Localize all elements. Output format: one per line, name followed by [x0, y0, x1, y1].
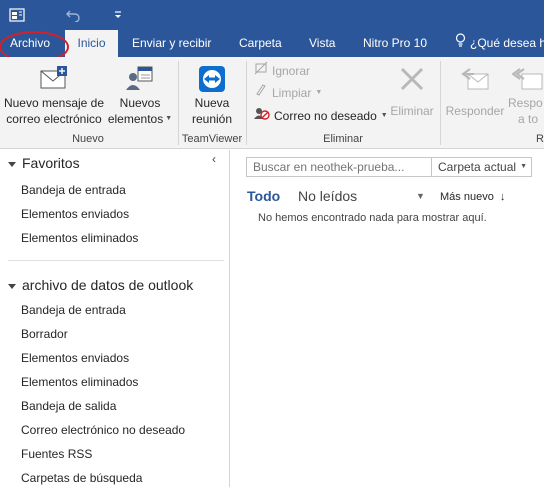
group-label-new: Nuevo [72, 133, 104, 145]
new-items-icon [108, 63, 172, 95]
title-bar [0, 0, 544, 30]
reply-label: Responder [445, 104, 505, 118]
ribbon-tab-bar: Archivo Inicio Enviar y recibir Carpeta … [0, 30, 544, 57]
nav-item[interactable]: Borrador [21, 327, 68, 341]
cleanup-label: Limpiar [272, 86, 312, 100]
new-items-label-1: Nuevos [119, 96, 161, 110]
nav-item[interactable]: Correo electrónico no deseado [21, 423, 185, 437]
nav-item[interactable]: Elementos eliminados [21, 231, 138, 245]
reply-all-label-2: a to [518, 112, 539, 126]
new-email-icon [2, 63, 106, 95]
favorites-header[interactable]: Favoritos [8, 155, 80, 171]
collapse-pane-chevron-icon[interactable]: ‹ [212, 152, 216, 166]
new-meeting-label-1: Nueva [194, 96, 230, 110]
sort-label: Más nuevo [440, 191, 494, 203]
nav-item[interactable]: Bandeja de salida [21, 399, 116, 413]
dropdown-caret-icon: ▼ [520, 163, 527, 170]
tab-nitro[interactable]: Nitro Pro 10 [363, 30, 427, 57]
cleanup-button[interactable]: Limpiar ▼ [254, 83, 322, 103]
delete-button[interactable]: Eliminar [384, 63, 440, 119]
junk-label: Correo no deseado [274, 109, 377, 123]
ignore-label: Ignorar [272, 64, 311, 78]
tell-me-text: ¿Qué desea ha [470, 36, 544, 50]
nav-item[interactable]: Fuentes RSS [21, 447, 92, 461]
sort-button[interactable]: Más nuevo ↓ [440, 191, 505, 203]
new-email-label-1: Nuevo mensaje de [3, 96, 105, 110]
new-items-button[interactable]: Nuevos elementos ▼ [108, 63, 172, 127]
teamviewer-icon [182, 63, 242, 95]
reply-all-button[interactable]: Respo a to [506, 63, 544, 127]
reply-icon [444, 63, 506, 95]
search-box: Carpeta actual ▼ [246, 157, 532, 177]
dropdown-caret-icon: ▼ [315, 89, 323, 96]
ignore-icon [254, 61, 268, 81]
ignore-button[interactable]: Ignorar [254, 61, 310, 81]
new-meeting-button[interactable]: Nueva reunión [182, 63, 242, 127]
new-meeting-label-2: reunión [191, 112, 233, 126]
filter-all-tab[interactable]: Todo [247, 188, 280, 204]
filter-unread-tab[interactable]: No leídos [298, 188, 357, 204]
reply-all-label-1: Respo [508, 96, 543, 110]
nav-item[interactable]: Elementos enviados [21, 351, 129, 365]
collapse-triangle-icon [8, 155, 16, 171]
tab-view[interactable]: Vista [309, 30, 335, 57]
folder-pane: Favoritos ‹ Bandeja de entrada Elementos… [0, 150, 230, 487]
empty-list-message: No hemos encontrado nada para mostrar aq… [258, 212, 487, 224]
filter-dropdown-caret-icon[interactable]: ▼ [416, 191, 425, 201]
search-scope-dropdown[interactable]: Carpeta actual ▼ [431, 158, 531, 176]
tab-folder[interactable]: Carpeta [239, 30, 282, 57]
nav-item[interactable]: Elementos enviados [21, 207, 129, 221]
collapse-triangle-icon [8, 277, 16, 293]
junk-button[interactable]: Correo no deseado ▼ [254, 106, 388, 126]
tell-me-search[interactable]: ¿Qué desea ha [455, 30, 544, 57]
new-items-label-2: elementos [107, 112, 164, 126]
reply-button[interactable]: Responder [444, 63, 506, 119]
favorites-title: Favoritos [22, 155, 80, 171]
search-input[interactable] [247, 158, 431, 176]
tab-file[interactable]: Archivo [0, 30, 60, 57]
new-email-label-2: correo electrónico [6, 112, 102, 126]
dropdown-caret-icon: ▼ [165, 115, 173, 122]
delete-label: Eliminar [390, 104, 434, 118]
ribbon: Nuevo mensaje de correo electrónico Nuev… [0, 57, 544, 149]
nav-item[interactable]: Bandeja de entrada [21, 303, 126, 317]
outlook-quick-access-icon[interactable] [6, 4, 28, 26]
reply-all-icon [506, 63, 544, 95]
datafile-title: archivo de datos de outlook [22, 277, 194, 293]
datafile-header[interactable]: archivo de datos de outlook [8, 277, 193, 293]
nav-item[interactable]: Carpetas de búsqueda [21, 471, 142, 485]
cleanup-icon [254, 83, 268, 103]
nav-item[interactable]: Bandeja de entrada [21, 183, 126, 197]
lightbulb-icon [455, 30, 466, 57]
group-label-delete: Eliminar [323, 133, 363, 145]
tab-send-receive[interactable]: Enviar y recibir [132, 30, 211, 57]
delete-x-icon [384, 63, 440, 95]
sort-arrow-down-icon: ↓ [499, 191, 506, 203]
new-email-button[interactable]: Nuevo mensaje de correo electrónico [2, 63, 106, 127]
group-label-respond: R [536, 133, 544, 145]
nav-divider [8, 260, 224, 261]
tab-home[interactable]: Inicio [65, 30, 118, 57]
ribbon-separator [440, 61, 441, 145]
nav-item[interactable]: Elementos eliminados [21, 375, 138, 389]
customize-toolbar-icon[interactable] [107, 4, 129, 26]
search-scope-label: Carpeta actual [438, 160, 517, 174]
group-label-teamviewer: TeamViewer [181, 133, 243, 145]
junk-icon [254, 106, 270, 126]
undo-icon[interactable] [62, 4, 84, 26]
